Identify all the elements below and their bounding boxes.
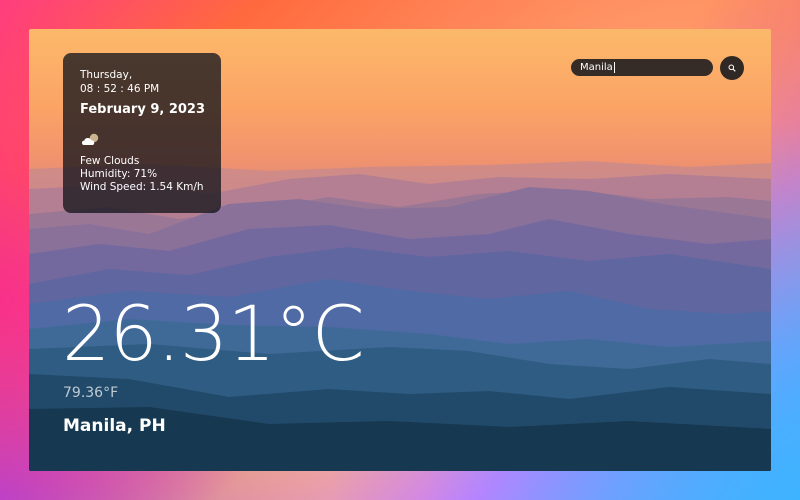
search-input-value: Manila — [580, 62, 613, 73]
location-name: Manila, PH — [63, 416, 166, 436]
temperature-fahrenheit: 79.36°F — [63, 385, 119, 401]
weather-app-window: Thursday, 08 : 52 : 46 PM February 9, 20… — [29, 29, 771, 471]
wind-speed-text: Wind Speed: 1.54 Km/h — [80, 181, 204, 193]
weather-info-card: Thursday, 08 : 52 : 46 PM February 9, 20… — [63, 53, 221, 213]
humidity-text: Humidity: 71% — [80, 168, 158, 180]
city-search-input[interactable]: Manila — [571, 59, 713, 76]
current-time: 08 : 52 : 46 PM — [80, 83, 160, 95]
temperature-celsius: 26.31°C — [62, 289, 365, 378]
current-date: February 9, 2023 — [80, 102, 206, 117]
search-button[interactable] — [720, 56, 744, 80]
weather-condition: Few Clouds — [80, 155, 140, 167]
day-of-week: Thursday, — [80, 69, 133, 81]
search-icon — [728, 64, 736, 72]
few-clouds-icon — [80, 131, 102, 149]
text-caret — [613, 62, 615, 73]
